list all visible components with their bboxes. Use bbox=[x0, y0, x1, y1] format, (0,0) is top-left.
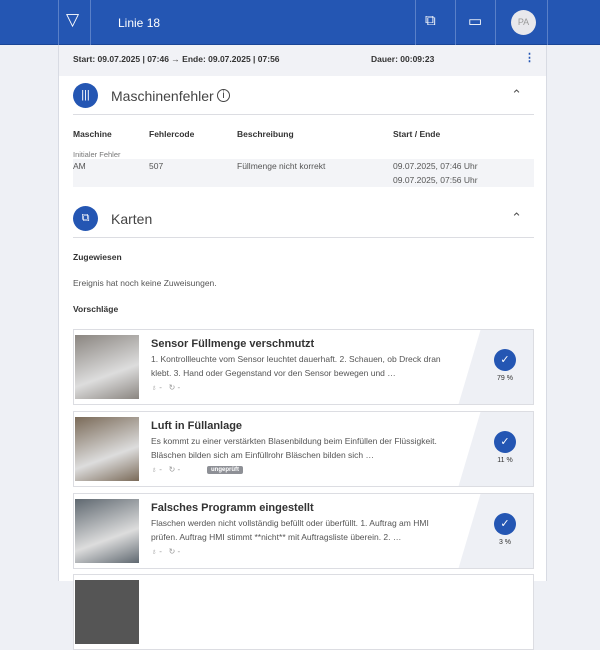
cell-code: 507 bbox=[149, 161, 163, 171]
info-icon[interactable]: i bbox=[217, 89, 230, 102]
column-header: Maschine bbox=[73, 129, 112, 139]
refresh-icon: ↻ bbox=[169, 547, 176, 556]
assigned-empty: Ereignis hat noch keine Zuweisungen. bbox=[73, 278, 217, 288]
cell-machine: AM bbox=[73, 161, 86, 171]
check-icon[interactable]: ✓ bbox=[494, 513, 516, 535]
cell-description: Füllmenge nicht korrekt bbox=[237, 161, 325, 171]
comment-icon[interactable]: ▭ bbox=[468, 12, 482, 30]
uses-count: - bbox=[178, 465, 181, 474]
refresh-icon: ↻ bbox=[169, 465, 176, 474]
card-meta: ♁ - ↻ - bbox=[151, 547, 180, 556]
column-header: Beschreibung bbox=[237, 129, 294, 139]
table-row: AM 507 Füllmenge nicht korrekt 09.07.202… bbox=[73, 159, 534, 187]
event-range: Start: 09.07.2025 | 07:46 → Ende: 09.07.… bbox=[73, 54, 280, 64]
suggestion-card[interactable]: Falsches Programm eingestellt Flaschen w… bbox=[73, 493, 534, 569]
event-duration: Dauer: 00:09:23 bbox=[371, 54, 434, 64]
card-title: Falsches Programm eingestellt bbox=[151, 502, 314, 514]
thumb-icon: ♁ bbox=[151, 547, 157, 556]
page-title: Linie 18 bbox=[118, 16, 160, 30]
card-image bbox=[75, 335, 139, 399]
likes-count: - bbox=[159, 547, 162, 556]
more-menu-icon[interactable]: ⋮ bbox=[524, 51, 535, 64]
cards-header[interactable]: ⧉ Karten ⌃ bbox=[73, 200, 534, 238]
check-icon[interactable]: ✓ bbox=[494, 431, 516, 453]
uses-count: - bbox=[178, 547, 181, 556]
likes-count: - bbox=[159, 383, 162, 392]
suggestion-card[interactable]: Sensor Füllmenge verschmutzt 1. Kontroll… bbox=[73, 329, 534, 405]
card-description: Es kommt zu einer verstärkten Blasenbild… bbox=[151, 434, 456, 462]
card-description: 1. Kontrollleuchte vom Sensor leuchtet d… bbox=[151, 352, 456, 380]
section-title: Maschinenfehler bbox=[111, 88, 214, 104]
barcode-icon: ||| bbox=[73, 83, 98, 108]
machine-errors-header[interactable]: ||| Maschinenfehler i ⌃ bbox=[73, 77, 534, 115]
card-meta: ♁ - ↻ - bbox=[151, 465, 180, 474]
check-icon[interactable]: ✓ bbox=[494, 349, 516, 371]
likes-count: - bbox=[159, 465, 162, 474]
assigned-label: Zugewiesen bbox=[73, 252, 122, 262]
suggestion-card[interactable] bbox=[73, 574, 534, 650]
cards-icon[interactable]: ⧉ bbox=[425, 12, 436, 29]
column-header: Start / Ende bbox=[393, 129, 440, 139]
card-title: Luft in Füllanlage bbox=[151, 420, 242, 432]
card-meta: ♁ - ↻ - bbox=[151, 383, 180, 392]
card-description: Flaschen werden nicht vollständig befüll… bbox=[151, 516, 456, 544]
event-info-bar: Start: 09.07.2025 | 07:46 → Ende: 09.07.… bbox=[59, 45, 546, 76]
card-image bbox=[75, 499, 139, 563]
match-percent: 3 % bbox=[495, 539, 515, 546]
event-panel: Start: 09.07.2025 | 07:46 → Ende: 09.07.… bbox=[58, 45, 547, 581]
score-area bbox=[458, 330, 533, 405]
refresh-icon: ↻ bbox=[169, 383, 176, 392]
top-bar: ▽ Linie 18 ⧉ ▭ PA bbox=[0, 0, 600, 45]
cards-icon: ⧉ bbox=[73, 206, 98, 231]
chevron-up-icon[interactable]: ⌃ bbox=[511, 210, 522, 226]
card-image bbox=[75, 417, 139, 481]
section-title: Karten bbox=[111, 211, 152, 227]
chevron-up-icon[interactable]: ⌃ bbox=[511, 87, 522, 103]
filter-icon[interactable]: ▽ bbox=[66, 10, 79, 30]
card-title: Sensor Füllmenge verschmutzt bbox=[151, 338, 314, 350]
match-percent: 11 % bbox=[495, 457, 515, 464]
score-area bbox=[458, 412, 533, 487]
match-percent: 79 % bbox=[495, 375, 515, 382]
suggestion-card[interactable]: Luft in Füllanlage Es kommt zu einer ver… bbox=[73, 411, 534, 487]
group-label: Initialer Fehler bbox=[73, 150, 121, 159]
cell-end: 09.07.2025, 07:56 Uhr bbox=[393, 175, 478, 185]
cell-start: 09.07.2025, 07:46 Uhr bbox=[393, 161, 478, 171]
avatar[interactable]: PA bbox=[511, 10, 536, 35]
column-header: Fehlercode bbox=[149, 129, 194, 139]
uses-count: - bbox=[178, 383, 181, 392]
thumb-icon: ♁ bbox=[151, 383, 157, 392]
status-badge: ungeprüft bbox=[207, 466, 243, 474]
suggestions-label: Vorschläge bbox=[73, 304, 118, 314]
score-area bbox=[458, 494, 533, 569]
thumb-icon: ♁ bbox=[151, 465, 157, 474]
